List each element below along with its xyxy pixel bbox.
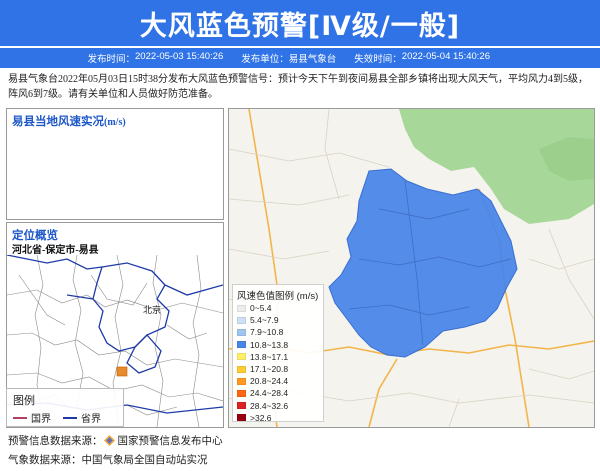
legend-range-label: 13.8~17.1 bbox=[250, 351, 289, 362]
legend-range-label: 7.9~10.8 bbox=[250, 327, 284, 338]
legend-range-label: 20.8~24.4 bbox=[250, 376, 289, 387]
legend-national-label: 国界 bbox=[31, 414, 51, 425]
legend-provincial-border: 省界 bbox=[63, 410, 101, 425]
wind-speed-legend-item: 28.4~32.6 bbox=[237, 400, 319, 412]
location-legend-title: 图例 bbox=[13, 395, 35, 407]
wind-speed-unit: (m/s) bbox=[104, 117, 126, 128]
warning-source-label: 预警信息数据来源： bbox=[8, 436, 103, 447]
expire-time-value: 2022-05-04 15:40:26 bbox=[401, 51, 490, 62]
legend-color-swatch bbox=[237, 304, 246, 312]
location-legend-row: 国界 省界 bbox=[13, 410, 117, 425]
warning-title: 大风蓝色预警[Ⅳ级/一般] bbox=[139, 10, 461, 42]
wind-speed-title-text: 易县当地风速实况 bbox=[12, 116, 104, 128]
warning-source-value[interactable]: 国家预警信息发布中心 bbox=[118, 433, 223, 448]
legend-range-label: >32.6 bbox=[250, 412, 272, 423]
location-path: 河北省-保定市-易县 bbox=[12, 245, 99, 256]
publish-unit-label: 发布单位： bbox=[241, 54, 289, 65]
wind-speed-legend-title: 风速色值图例 (m/s) bbox=[237, 291, 319, 302]
legend-color-swatch bbox=[237, 377, 246, 385]
legend-range-label: 0~5.4 bbox=[250, 303, 272, 314]
wind-speed-panel-title: 易县当地风速实况(m/s) bbox=[12, 113, 126, 129]
national-border-line-icon bbox=[13, 416, 27, 419]
legend-color-swatch bbox=[237, 414, 246, 422]
legend-range-label: 28.4~32.6 bbox=[250, 400, 289, 411]
expire-time: 失效时间： 2022-05-04 15:40:26 bbox=[354, 51, 490, 65]
warning-source-line: 预警信息数据来源： 国家预警信息发布中心 bbox=[8, 433, 223, 448]
wind-speed-legend-item: 5.4~7.9 bbox=[237, 314, 319, 326]
wind-speed-panel: 易县当地风速实况(m/s) bbox=[6, 108, 224, 220]
weather-source-line: 气象数据来源： 中国气象局全国自动站实况 bbox=[8, 452, 208, 467]
wind-speed-legend-item: 0~5.4 bbox=[237, 302, 319, 314]
legend-provincial-label: 省界 bbox=[81, 414, 101, 425]
publish-time-label: 发布时间： bbox=[87, 54, 136, 65]
publish-time-value: 2022-05-03 15:40:26 bbox=[135, 51, 224, 62]
wind-speed-legend: 风速色值图例 (m/s) 0~5.4 5.4~7.9 7.9~10.8 10.8~13… bbox=[232, 284, 324, 424]
legend-color-swatch bbox=[237, 402, 246, 410]
legend-color-swatch bbox=[237, 316, 246, 324]
warning-description: 易县气象台2022年05月03日15时38分发布大风蓝色预警信号：预计今天下午到… bbox=[8, 74, 588, 100]
legend-color-swatch bbox=[237, 389, 246, 397]
wind-speed-legend-item: 13.8~17.1 bbox=[237, 351, 319, 363]
mini-map-city-label: 北京 bbox=[143, 304, 161, 315]
legend-color-swatch bbox=[237, 365, 246, 373]
wind-speed-legend-item: 20.8~24.4 bbox=[237, 375, 319, 387]
legend-color-swatch bbox=[237, 353, 246, 361]
warning-banner: 大风蓝色预警[Ⅳ级/一般] bbox=[0, 0, 600, 46]
legend-range-label: 24.4~28.4 bbox=[250, 388, 289, 399]
wind-speed-legend-item: 17.1~20.8 bbox=[237, 363, 319, 375]
mini-map-location-marker bbox=[116, 366, 128, 377]
legend-color-swatch bbox=[237, 341, 246, 349]
legend-range-label: 17.1~20.8 bbox=[250, 364, 289, 375]
publish-time: 发布时间： 2022-05-03 15:40:26 bbox=[88, 51, 224, 65]
wind-speed-legend-item: 10.8~13.8 bbox=[237, 339, 319, 351]
legend-national-border: 国界 bbox=[13, 410, 51, 425]
legend-range-label: 5.4~7.9 bbox=[250, 315, 279, 326]
publish-unit-value: 易县气象台 bbox=[288, 54, 337, 65]
wind-speed-legend-rows: 0~5.4 5.4~7.9 7.9~10.8 10.8~13.8 13.8~17.1 17… bbox=[237, 302, 319, 424]
warning-meta-bar: 发布时间： 2022-05-03 15:40:26 发布单位： 易县气象台 失效… bbox=[0, 48, 600, 68]
wind-speed-legend-item: 7.9~10.8 bbox=[237, 326, 319, 338]
weather-source-label: 气象数据来源： bbox=[8, 455, 82, 466]
legend-range-label: 10.8~13.8 bbox=[250, 339, 289, 350]
wind-speed-legend-item: 24.4~28.4 bbox=[237, 387, 319, 399]
publish-unit: 发布单位： 易县气象台 bbox=[241, 51, 336, 65]
wind-speed-legend-item: >32.6 bbox=[237, 412, 319, 424]
expire-time-label: 失效时间： bbox=[354, 54, 402, 65]
legend-color-swatch bbox=[237, 328, 246, 336]
location-legend: 图例 国界 省界 bbox=[6, 388, 124, 427]
weather-source-value: 中国气象局全国自动站实况 bbox=[81, 455, 208, 466]
warning-center-logo-icon bbox=[103, 435, 115, 446]
provincial-border-line-icon bbox=[63, 416, 77, 419]
